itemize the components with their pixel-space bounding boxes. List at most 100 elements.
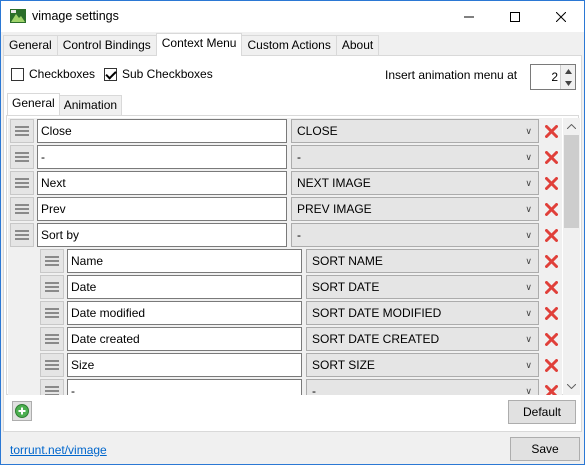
menu-item-name-input[interactable]: Close (37, 119, 287, 143)
website-link[interactable]: torrunt.net/vimage (10, 443, 107, 457)
tab-context-menu[interactable]: Context Menu (155, 33, 243, 56)
scroll-down-button[interactable] (563, 378, 580, 395)
delete-item-button[interactable] (540, 119, 562, 143)
chevron-down-icon: ∨ (525, 230, 532, 240)
delete-icon (544, 254, 558, 268)
menu-item-name-input[interactable]: Next (37, 171, 287, 195)
delete-icon (544, 306, 558, 320)
checkboxes-option[interactable]: Checkboxes (11, 67, 95, 81)
menu-item-action-select[interactable]: SORT DATE ∨ (306, 275, 539, 299)
chevron-down-icon: ∨ (525, 360, 532, 370)
drag-handle-icon[interactable] (40, 327, 64, 351)
menu-item-name-input[interactable]: Sort by (37, 223, 287, 247)
drag-handle-icon[interactable] (40, 379, 64, 395)
drag-handle-icon[interactable] (10, 145, 34, 169)
menu-item-action-select[interactable]: - ∨ (291, 145, 539, 169)
menu-item-action-select[interactable]: CLOSE ∨ (291, 119, 539, 143)
menu-items-panel: Close CLOSE ∨ - - ∨ Next NEXT IMAGE ∨ Prev PREV IM… (6, 115, 580, 395)
menu-item-row: Prev PREV IMAGE ∨ (8, 196, 562, 222)
menu-item-action-select[interactable]: SORT SIZE ∨ (306, 353, 539, 377)
menu-item-name-input[interactable]: Prev (37, 197, 287, 221)
delete-item-button[interactable] (540, 379, 562, 395)
menu-item-action-select[interactable]: PREV IMAGE ∨ (291, 197, 539, 221)
menu-item-action-label: SORT DATE (312, 280, 380, 294)
menu-item-name-input[interactable]: - (67, 379, 302, 395)
sub-checkboxes-checkbox[interactable] (104, 67, 117, 81)
spin-up-button[interactable] (560, 65, 575, 77)
tab-general[interactable]: General (3, 35, 58, 56)
close-icon (556, 11, 566, 22)
delete-item-button[interactable] (540, 249, 562, 273)
menu-item-row: Size SORT SIZE ∨ (8, 352, 562, 378)
checkboxes-label: Checkboxes (29, 67, 96, 81)
subtab-general[interactable]: General (7, 93, 60, 115)
menu-item-action-select[interactable]: - ∨ (291, 223, 539, 247)
tab-control-bindings[interactable]: Control Bindings (56, 35, 157, 56)
drag-handle-icon[interactable] (40, 301, 64, 325)
menu-item-action-select[interactable]: SORT DATE CREATED ∨ (306, 327, 539, 351)
tab-about[interactable]: About (335, 35, 380, 56)
drag-handle-icon[interactable] (10, 223, 34, 247)
vertical-scrollbar[interactable] (563, 118, 580, 395)
subtab-animation[interactable]: Animation (58, 95, 123, 115)
drag-handle-icon[interactable] (40, 353, 64, 377)
main-tabs: General Control Bindings Context Menu Cu… (3, 33, 380, 56)
chevron-down-icon (564, 80, 572, 86)
menu-item-name-input[interactable]: Date modified (67, 301, 302, 325)
scroll-up-button[interactable] (563, 118, 580, 135)
delete-icon (544, 280, 558, 294)
sub-checkboxes-option[interactable]: Sub Checkboxes (104, 67, 213, 81)
chevron-down-icon: ∨ (525, 204, 532, 214)
drag-handle-icon[interactable] (40, 249, 64, 273)
chevron-down-icon: ∨ (525, 386, 532, 395)
menu-item-action-label: SORT SIZE (312, 358, 375, 372)
insert-animation-value[interactable]: 2 (531, 65, 560, 89)
menu-item-action-label: - (297, 150, 301, 164)
checkboxes-checkbox[interactable] (11, 67, 24, 81)
chevron-down-icon (567, 384, 576, 389)
menu-item-row: Name SORT NAME ∨ (8, 248, 562, 274)
drag-handle-icon[interactable] (10, 197, 34, 221)
menu-item-action-label: PREV IMAGE (297, 202, 372, 216)
save-button[interactable]: Save (510, 437, 580, 461)
close-window-button[interactable] (538, 1, 584, 32)
delete-item-button[interactable] (540, 223, 562, 247)
menu-item-name-input[interactable]: Date created (67, 327, 302, 351)
menu-item-action-label: SORT NAME (312, 254, 383, 268)
default-button[interactable]: Default (508, 400, 576, 424)
window-title: vimage settings (32, 9, 119, 23)
menu-item-name-input[interactable]: Size (67, 353, 302, 377)
add-item-button[interactable] (12, 401, 32, 421)
delete-icon (544, 202, 558, 216)
drag-handle-icon[interactable] (10, 119, 34, 143)
drag-handle-icon[interactable] (10, 171, 34, 195)
menu-item-action-select[interactable]: NEXT IMAGE ∨ (291, 171, 539, 195)
menu-item-name-input[interactable]: Date (67, 275, 302, 299)
delete-item-button[interactable] (540, 197, 562, 221)
menu-item-action-select[interactable]: SORT NAME ∨ (306, 249, 539, 273)
tab-custom-actions[interactable]: Custom Actions (241, 35, 337, 56)
chevron-up-icon (564, 68, 572, 74)
insert-animation-spinner[interactable]: 2 (530, 64, 576, 90)
settings-window: vimage settings General Control Bindings… (0, 0, 585, 465)
menu-item-action-select[interactable]: SORT DATE MODIFIED ∨ (306, 301, 539, 325)
menu-item-name-input[interactable]: - (37, 145, 287, 169)
menu-item-action-label: - (312, 384, 316, 395)
delete-item-button[interactable] (540, 275, 562, 299)
spin-down-button[interactable] (560, 77, 575, 89)
chevron-down-icon: ∨ (525, 126, 532, 136)
menu-item-name-input[interactable]: Name (67, 249, 302, 273)
minimize-button[interactable] (446, 1, 492, 32)
drag-handle-icon[interactable] (40, 275, 64, 299)
delete-item-button[interactable] (540, 171, 562, 195)
add-icon (15, 404, 29, 418)
delete-item-button[interactable] (540, 353, 562, 377)
menu-item-action-select[interactable]: - ∨ (306, 379, 539, 395)
insert-animation-label: Insert animation menu at (385, 68, 518, 82)
maximize-button[interactable] (492, 1, 538, 32)
delete-item-button[interactable] (540, 301, 562, 325)
delete-item-button[interactable] (540, 145, 562, 169)
delete-item-button[interactable] (540, 327, 562, 351)
chevron-up-icon (567, 124, 576, 129)
scrollbar-thumb[interactable] (564, 135, 579, 228)
